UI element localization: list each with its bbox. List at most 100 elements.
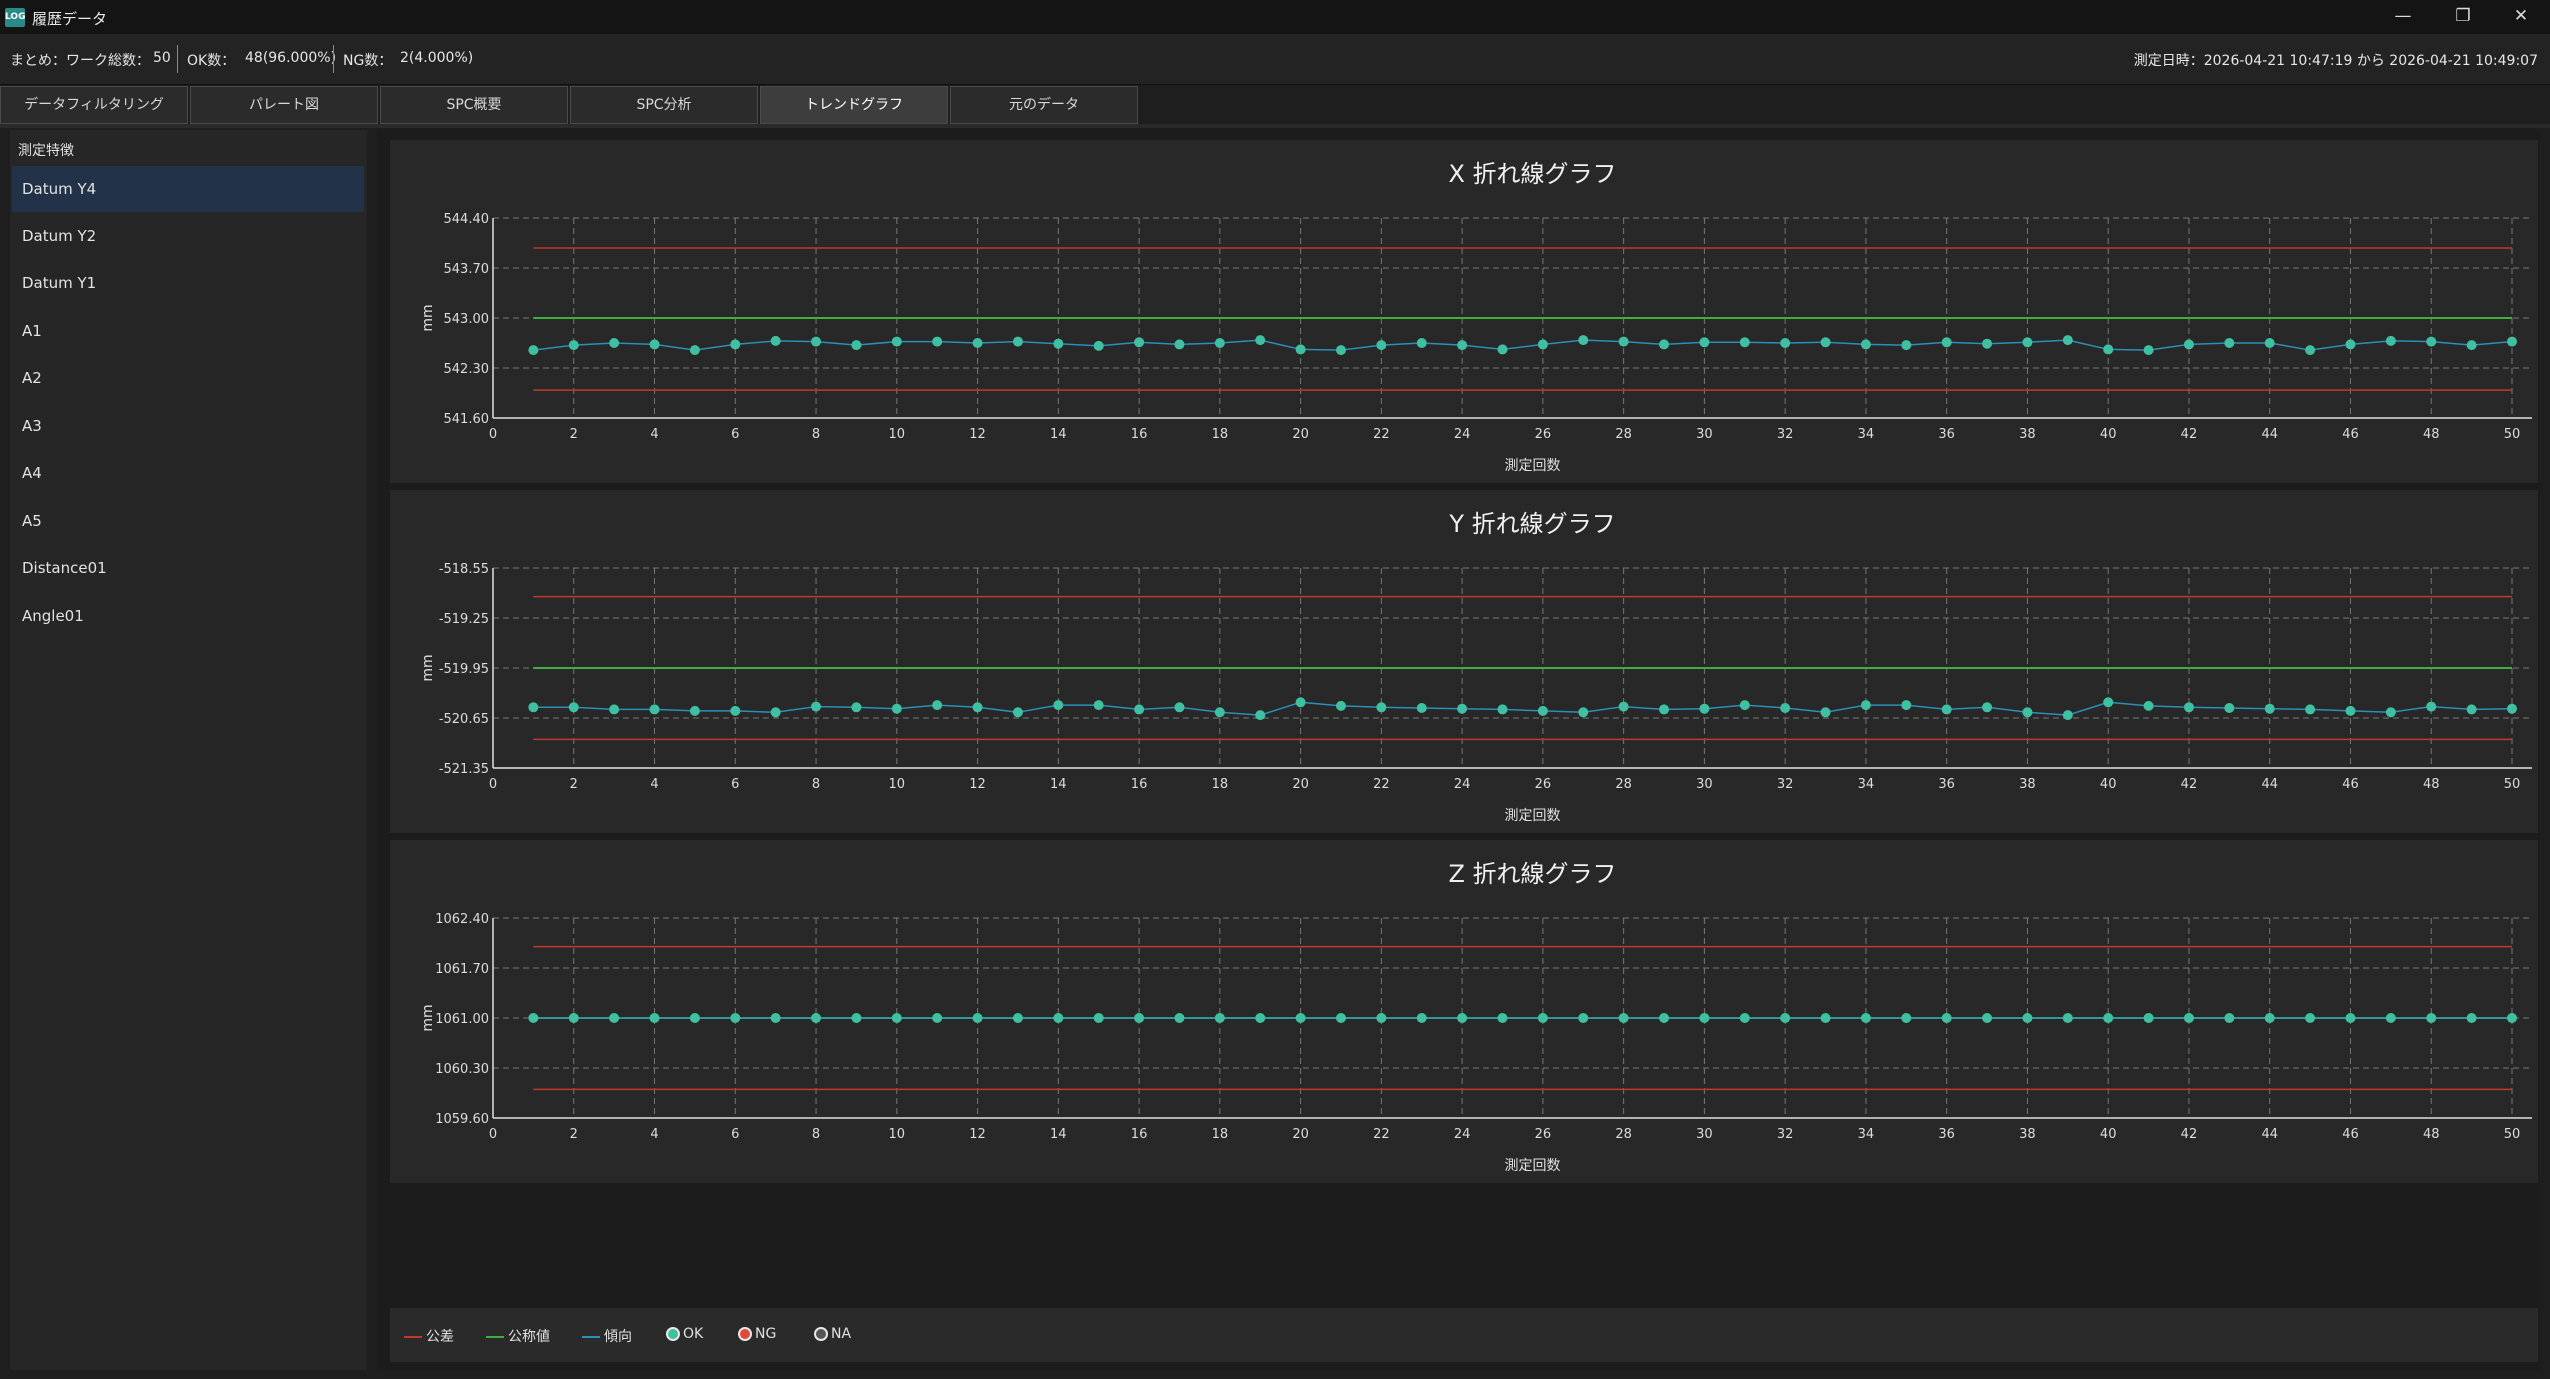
- data-point: [649, 704, 660, 715]
- data-point: [568, 1013, 579, 1023]
- data-point: [2224, 1013, 2235, 1023]
- sidebar-item-a1[interactable]: A1: [12, 308, 364, 354]
- data-point: [1416, 703, 1427, 713]
- data-point: [851, 1013, 862, 1023]
- data-point: [1537, 339, 1548, 350]
- sidebar-item-datum-y4[interactable]: Datum Y4: [12, 166, 364, 212]
- data-point: [1982, 702, 1993, 713]
- tab-spc-overview[interactable]: SPC概要: [380, 86, 568, 124]
- tab-trend-graph[interactable]: トレンドグラフ: [760, 86, 948, 124]
- data-point: [1537, 1013, 1548, 1023]
- sidebar-item-datum-y2[interactable]: Datum Y2: [12, 213, 364, 259]
- data-point: [1739, 337, 1750, 348]
- data-point: [770, 707, 781, 718]
- data-point: [2264, 703, 2275, 714]
- x-tick-label: 44: [2261, 1127, 2278, 1142]
- x-tick-label: 12: [969, 1127, 986, 1142]
- x-tick-label: 10: [889, 427, 906, 442]
- data-point: [1255, 710, 1266, 721]
- data-point: [1699, 703, 1710, 714]
- x-tick-label: 28: [1615, 427, 1632, 442]
- data-point: [1941, 704, 1952, 715]
- x-tick-label: 16: [1131, 1127, 1148, 1142]
- data-point: [2103, 344, 2114, 355]
- data-point: [649, 339, 660, 350]
- data-point: [1093, 340, 1104, 351]
- y-tick-label: 1059.60: [435, 1112, 489, 1127]
- minimize-button[interactable]: —: [2374, 0, 2432, 34]
- y-tick-label: 1061.70: [435, 962, 489, 977]
- x-tick-label: 12: [969, 427, 986, 442]
- sidebar-item-distance01[interactable]: Distance01: [12, 545, 364, 591]
- x-tick-label: 24: [1454, 427, 1471, 442]
- x-tick-label: 28: [1615, 1127, 1632, 1142]
- y-tick-label: 542.30: [444, 362, 490, 377]
- tab-pareto[interactable]: パレート図: [190, 86, 378, 124]
- data-point: [528, 702, 539, 713]
- data-point: [568, 340, 579, 351]
- x-axis-label: 測定回数: [1505, 1158, 1561, 1174]
- close-icon: ✕: [2513, 6, 2529, 26]
- data-point: [1376, 702, 1387, 713]
- x-tick-label: 16: [1131, 777, 1148, 792]
- minimize-icon: —: [2394, 6, 2412, 26]
- x-tick-label: 48: [2423, 777, 2440, 792]
- data-point: [1295, 344, 1306, 355]
- x-tick-label: 22: [1373, 777, 1390, 792]
- data-point: [1739, 1013, 1750, 1023]
- data-point: [1053, 338, 1064, 349]
- x-tick-label: 2: [570, 1127, 578, 1142]
- sidebar-item-a4[interactable]: A4: [12, 450, 364, 496]
- sidebar-item-a5[interactable]: A5: [12, 498, 364, 544]
- chart-title: Z 折れ線グラフ: [1448, 860, 1616, 888]
- data-point: [770, 1013, 781, 1023]
- tab-raw-data[interactable]: 元のデータ: [950, 86, 1138, 124]
- x-tick-label: 20: [1292, 427, 1309, 442]
- x-tick-label: 28: [1615, 777, 1632, 792]
- close-button[interactable]: ✕: [2492, 0, 2550, 34]
- y-tick-label: 1061.00: [435, 1012, 489, 1027]
- data-point: [649, 1013, 660, 1023]
- data-point: [1699, 1013, 1710, 1023]
- y-tick-label: 544.40: [444, 212, 490, 227]
- sidebar-item-angle01[interactable]: Angle01: [12, 593, 364, 639]
- x-line-chart: X 折れ線グラフ 544.40 543.70 543.00 542.30 541.600 2…: [420, 160, 2532, 474]
- x-tick-label: 26: [1535, 1127, 1552, 1142]
- y-tick-label: -520.65: [439, 712, 489, 727]
- restore-button[interactable]: ❐: [2434, 0, 2492, 34]
- y-tick-label: -519.25: [439, 612, 489, 627]
- data-point: [2345, 705, 2356, 716]
- data-point: [2426, 701, 2437, 712]
- data-point: [2305, 704, 2316, 715]
- x-tick-label: 50: [2504, 777, 2521, 792]
- sidebar-item-a3[interactable]: A3: [12, 403, 364, 449]
- feature-sidebar: 測定特徴 Datum Y4 Datum Y2 Datum Y1 A1 A2 A3…: [10, 130, 367, 1370]
- data-point: [528, 345, 539, 356]
- x-tick-label: 40: [2100, 777, 2117, 792]
- trend-line: [533, 701, 2513, 716]
- x-tick-label: 40: [2100, 1127, 2117, 1142]
- tab-spc-analysis[interactable]: SPC分析: [570, 86, 758, 124]
- data-point: [1174, 702, 1185, 713]
- data-point: [1093, 700, 1104, 711]
- y-tick-label: 543.00: [444, 312, 490, 327]
- data-point: [1053, 1013, 1064, 1023]
- sidebar-item-datum-y1[interactable]: Datum Y1: [12, 260, 364, 306]
- sidebar-item-a2[interactable]: A2: [12, 355, 364, 401]
- data-point: [2345, 1013, 2356, 1023]
- tab-data-filtering[interactable]: データフィルタリング: [0, 86, 188, 124]
- x-tick-label: 0: [489, 1127, 497, 1142]
- data-point: [1457, 703, 1468, 714]
- x-tick-label: 34: [1858, 427, 1875, 442]
- legend-na-label: NA: [831, 1326, 852, 1342]
- sidebar-title: 測定特徴: [18, 143, 74, 159]
- data-point: [932, 336, 943, 347]
- y-tick-label: -518.55: [439, 562, 489, 577]
- data-point: [1134, 337, 1145, 348]
- legend-ok: OK: [666, 1326, 703, 1342]
- data-point: [1659, 704, 1670, 715]
- data-point: [2062, 1013, 2073, 1023]
- data-point: [1739, 700, 1750, 711]
- data-point: [1053, 700, 1064, 711]
- tab-bar: データフィルタリング パレート図 SPC概要 SPC分析 トレンドグラフ 元のデ…: [0, 86, 2550, 124]
